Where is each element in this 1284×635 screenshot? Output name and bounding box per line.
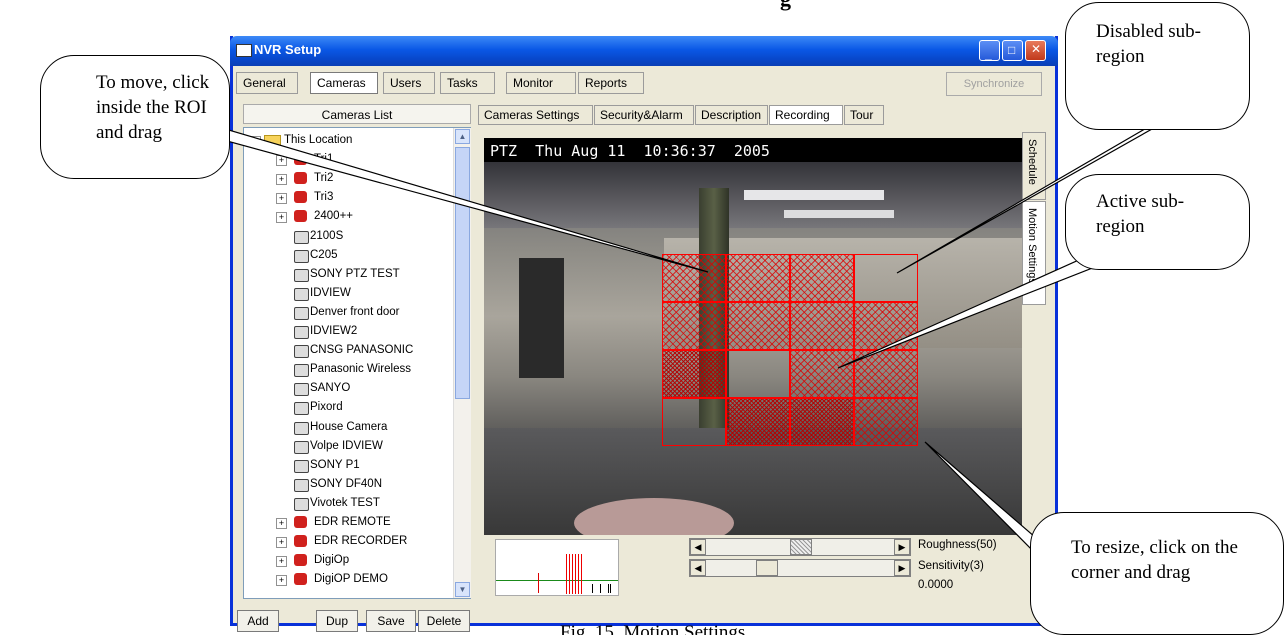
move-callout: To move, click inside the ROI and drag	[40, 55, 230, 179]
figure-caption-text: Fig. 15. Motion Settings	[560, 622, 746, 635]
move-callout-text: To move, click inside the ROI and drag	[96, 72, 210, 143]
move-callout-pointer	[203, 127, 709, 273]
resize-callout-text: To resize, click on the corner and drag	[1071, 537, 1238, 583]
disabled-callout-text: Disabled sub-region	[1096, 21, 1202, 67]
figure-caption: Fig. 15. Motion Settings	[560, 622, 820, 635]
disabled-callout: Disabled sub-region	[1065, 2, 1250, 130]
active-callout-pointer	[837, 254, 1102, 369]
resize-callout: To resize, click on the corner and drag	[1030, 512, 1284, 635]
active-callout-text: Active sub-region	[1096, 191, 1185, 237]
active-callout: Active sub-region	[1065, 174, 1250, 270]
